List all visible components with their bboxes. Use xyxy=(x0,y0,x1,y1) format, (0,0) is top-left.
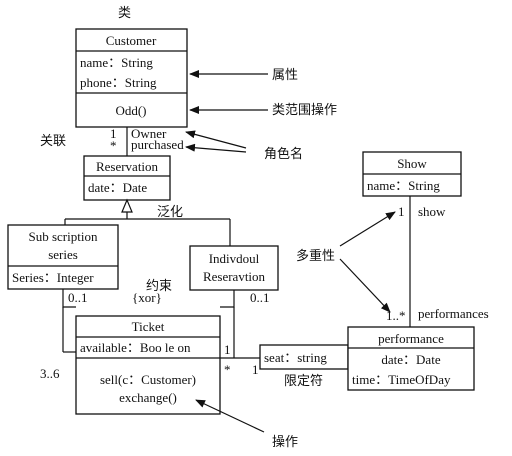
label-class-operation: 类范围操作 xyxy=(272,102,337,118)
role-performances: performances xyxy=(418,306,489,321)
label-attribute: 属性 xyxy=(272,68,298,83)
performance-attr-time: time：TimeOfDay xyxy=(352,372,451,387)
ticket-class-name: Ticket xyxy=(132,319,165,334)
subscription-class-name-1: Sub scription xyxy=(29,229,98,244)
xor-constraint: {xor} xyxy=(132,290,162,305)
customer-class-name: Customer xyxy=(106,33,157,48)
mult-ticket: 3..6 xyxy=(40,366,60,381)
ticket-attr-available: available：Boo le on xyxy=(80,340,191,355)
mult-performance: 1..* xyxy=(386,308,406,323)
mult-ticket-right: 1 xyxy=(224,342,231,357)
diagram-canvas: Customer name：String phone：String Odd() … xyxy=(7,6,489,450)
mult-individual: 0..1 xyxy=(250,290,270,305)
subscription-series-class: Sub scription series Series：Integer xyxy=(7,224,119,290)
generalization-triangle xyxy=(121,198,133,213)
show-attr-name: name：String xyxy=(367,178,440,193)
label-association: 关联 xyxy=(40,134,66,149)
customer-attr-phone: phone：String xyxy=(80,75,157,90)
individual-class-name-1: Indivdoul xyxy=(209,251,260,266)
ticket-op-sell: sell(c：Customer) xyxy=(100,372,196,387)
performance-class: performance date：Date time：TimeOfDay xyxy=(347,326,475,391)
label-qualifier: 限定符 xyxy=(284,373,323,389)
individual-reservation-class: Indivdoul Reseravtion xyxy=(189,245,279,291)
label-role-name: 角色名 xyxy=(264,146,303,162)
label-operation: 操作 xyxy=(272,434,298,450)
show-class: Show name：String xyxy=(362,151,462,197)
reservation-class-name: Reservation xyxy=(96,159,159,174)
role-purchased: purchased xyxy=(131,137,184,152)
customer-attr-name: name：String xyxy=(80,55,153,70)
uml-class-diagram: Customer name：String phone：String Odd() … xyxy=(0,0,512,456)
mult-qualifier-one: 1 xyxy=(252,362,259,377)
ticket-op-exchange: exchange() xyxy=(119,390,177,405)
label-generalization: 泛化 xyxy=(157,205,183,220)
mult-ticket-star: * xyxy=(224,362,231,377)
performance-class-name: performance xyxy=(378,331,444,346)
label-class: 类 xyxy=(118,6,131,21)
ticket-class: Ticket available：Boo le on sell(c：Custom… xyxy=(75,315,221,415)
show-class-name: Show xyxy=(397,156,427,171)
subscription-class-name-2: series xyxy=(48,247,78,262)
performance-attr-date: date：Date xyxy=(381,352,440,367)
mult-purchased: * xyxy=(110,138,117,153)
customer-class: Customer name：String phone：String Odd() xyxy=(75,28,188,128)
mult-show: 1 xyxy=(398,204,405,219)
label-multiplicity: 多重性 xyxy=(296,248,335,264)
role-show: show xyxy=(418,204,446,219)
reservation-attr-date: date：Date xyxy=(88,180,147,195)
qualifier-box: seat：string xyxy=(259,344,349,370)
mult-subscription: 0..1 xyxy=(68,290,88,305)
individual-class-name-2: Reseravtion xyxy=(203,269,266,284)
subscription-attr-series: Series：Integer xyxy=(12,270,94,285)
qualifier-text: seat：string xyxy=(264,350,327,365)
customer-op-odd: Odd() xyxy=(115,103,146,118)
reservation-class: Reservation date：Date xyxy=(83,155,171,201)
